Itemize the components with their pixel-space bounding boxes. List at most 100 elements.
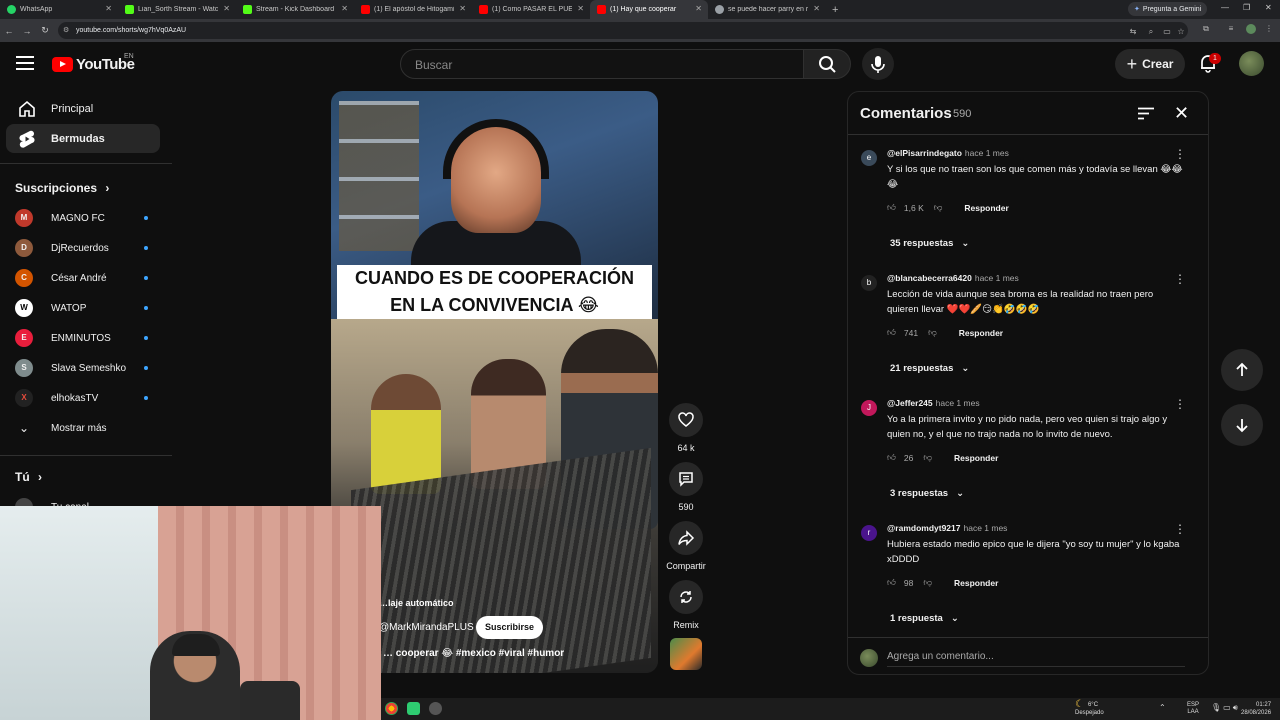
previous-short-button[interactable] bbox=[1221, 349, 1263, 391]
browser-tab[interactable]: se puede hacer parry en re4 re✕ bbox=[708, 0, 826, 19]
search-input[interactable]: Buscar bbox=[400, 49, 804, 79]
close-window-icon[interactable]: ✕ bbox=[1265, 3, 1272, 12]
like-button[interactable] bbox=[669, 403, 703, 437]
reading-list-icon[interactable]: ≡ bbox=[1226, 24, 1236, 34]
new-tab-icon[interactable]: + bbox=[832, 4, 838, 16]
thumbs-up-icon[interactable]: 👍︎ bbox=[887, 577, 896, 588]
weather-widget[interactable]: ☾ 6°C Despejado bbox=[1075, 700, 1104, 717]
reload-icon[interactable]: ↻ bbox=[36, 25, 54, 36]
tray-chevron-icon[interactable]: ⌃ bbox=[1159, 703, 1166, 712]
voice-search-button[interactable] bbox=[862, 48, 894, 80]
subscription-item[interactable]: W WATOP bbox=[15, 298, 150, 318]
comment-author[interactable]: @ramdomdyt9217 bbox=[887, 523, 960, 533]
close-tab-icon[interactable]: ✕ bbox=[105, 4, 112, 13]
browser-tab[interactable]: Stream - Kick Dashboard ✕ bbox=[236, 0, 354, 19]
youtube-logo[interactable]: YouTube bbox=[52, 56, 135, 73]
bookmark-star-icon[interactable]: ☆ bbox=[1176, 27, 1186, 37]
reply-button[interactable]: Responder bbox=[954, 578, 998, 588]
subscription-item[interactable]: E ENMINUTOS bbox=[15, 328, 150, 348]
channel-handle[interactable]: @MarkMirandaPLUS bbox=[379, 622, 474, 633]
video-title[interactable]: … cooperar 😂 #mexico #viral #humor bbox=[383, 648, 564, 659]
reply-button[interactable]: Responder bbox=[959, 328, 1003, 338]
minimize-icon[interactable]: — bbox=[1221, 3, 1229, 12]
browser-tab[interactable]: Lian_Sorth Stream - Watch Live✕ bbox=[118, 0, 236, 19]
view-replies-button[interactable]: 1 respuesta ⌄ bbox=[890, 613, 959, 624]
thumbs-up-icon[interactable]: 👍︎ bbox=[887, 327, 896, 338]
close-tab-icon[interactable]: ✕ bbox=[341, 4, 348, 13]
subscription-item[interactable]: S Slava Semeshko bbox=[15, 358, 150, 378]
thumbs-down-icon[interactable]: 👎︎ bbox=[934, 202, 943, 213]
close-icon[interactable]: ✕ bbox=[1174, 104, 1189, 122]
subscriptions-heading[interactable]: Suscripciones › bbox=[15, 181, 109, 195]
system-tray-icons[interactable]: 🎙︎▭🔊︎ bbox=[1211, 703, 1240, 713]
sound-thumbnail[interactable] bbox=[670, 638, 702, 670]
close-tab-icon[interactable]: ✕ bbox=[813, 4, 820, 13]
chrome-icon[interactable] bbox=[385, 702, 398, 715]
thumbs-down-icon[interactable]: 👎︎ bbox=[923, 452, 932, 463]
sort-icon[interactable] bbox=[1138, 107, 1154, 120]
commenter-avatar[interactable]: e bbox=[861, 150, 877, 166]
cast-icon[interactable]: ▭ bbox=[1162, 27, 1172, 37]
sidebar-item-home[interactable]: Principal bbox=[6, 94, 160, 123]
subscription-item[interactable]: D DjRecuerdos bbox=[15, 238, 150, 258]
obs-icon[interactable] bbox=[429, 702, 442, 715]
more-options-icon[interactable]: ⋮ bbox=[1174, 273, 1186, 285]
commenter-avatar[interactable]: r bbox=[861, 525, 877, 541]
share-button[interactable] bbox=[669, 521, 703, 555]
sidebar-item-shorts[interactable]: Bermudas bbox=[6, 124, 160, 153]
subscription-item[interactable]: M MAGNO FC bbox=[15, 208, 150, 228]
browser-tab-active[interactable]: (1) Hay que cooperar ✕ bbox=[590, 0, 708, 19]
view-replies-button[interactable]: 3 respuestas ⌄ bbox=[890, 488, 964, 499]
app-icon[interactable] bbox=[407, 702, 420, 715]
browser-tab[interactable]: WhatsApp ✕ bbox=[0, 0, 118, 19]
browser-menu-icon[interactable]: ⋮ bbox=[1264, 24, 1274, 34]
thumbs-up-icon[interactable]: 👍︎ bbox=[887, 202, 896, 213]
subscription-item[interactable]: C César André bbox=[15, 268, 150, 288]
thumbs-up-icon[interactable]: 👍︎ bbox=[887, 452, 896, 463]
more-options-icon[interactable]: ⋮ bbox=[1174, 398, 1186, 410]
create-button[interactable]: + Crear bbox=[1115, 49, 1185, 79]
show-more-button[interactable]: ⌄ Mostrar más bbox=[15, 418, 150, 438]
thumbs-down-icon[interactable]: 👎︎ bbox=[923, 577, 932, 588]
back-icon[interactable]: ← bbox=[0, 26, 18, 36]
more-options-icon[interactable]: ⋮ bbox=[1174, 148, 1186, 160]
comment-author[interactable]: @elPisarrindegato bbox=[887, 148, 962, 158]
more-options-icon[interactable]: ⋮ bbox=[1174, 523, 1186, 535]
zoom-icon[interactable]: ⌕ bbox=[1146, 27, 1156, 37]
search-button[interactable] bbox=[803, 49, 851, 79]
browser-tab[interactable]: (1) El apóstol de Hitogami ✕ bbox=[354, 0, 472, 19]
url-field[interactable]: ⚙ youtube.com/shorts/wg7hVq0AzAU ⇆ ⌕ ▭ ☆ bbox=[58, 22, 1188, 39]
language-indicator[interactable]: ESP LAA bbox=[1187, 702, 1199, 716]
close-tab-icon[interactable]: ✕ bbox=[695, 4, 702, 13]
remix-button[interactable] bbox=[669, 580, 703, 614]
view-replies-button[interactable]: 35 respuestas ⌄ bbox=[890, 238, 969, 249]
clock[interactable]: 01:27 28/08/2026 bbox=[1241, 701, 1271, 717]
browser-tab[interactable]: (1) Como PASAR EL PUEBLO de✕ bbox=[472, 0, 590, 19]
reply-button[interactable]: Responder bbox=[964, 203, 1008, 213]
comment-author[interactable]: @Jeffer245 bbox=[887, 398, 933, 408]
you-heading[interactable]: Tú › bbox=[15, 470, 42, 484]
subscribe-button[interactable]: Suscribirse bbox=[476, 616, 544, 639]
account-avatar[interactable] bbox=[1239, 51, 1264, 76]
next-short-button[interactable] bbox=[1221, 404, 1263, 446]
close-tab-icon[interactable]: ✕ bbox=[577, 4, 584, 13]
view-replies-button[interactable]: 21 respuestas ⌄ bbox=[890, 363, 969, 374]
extensions-icon[interactable]: ⧉ bbox=[1201, 24, 1211, 34]
reply-button[interactable]: Responder bbox=[954, 453, 998, 463]
thumbs-down-icon[interactable]: 👎︎ bbox=[928, 327, 937, 338]
close-tab-icon[interactable]: ✕ bbox=[223, 4, 230, 13]
comment-input[interactable]: Agrega un comentario... bbox=[887, 651, 1185, 667]
subscription-item[interactable]: XelhokasTV bbox=[15, 388, 150, 408]
site-info-icon[interactable]: ⚙ bbox=[63, 26, 69, 34]
restore-icon[interactable]: ❐ bbox=[1243, 3, 1250, 12]
profile-icon[interactable] bbox=[1246, 24, 1256, 34]
gemini-button[interactable]: ✦ Pregunta a Gemini bbox=[1128, 2, 1208, 16]
close-tab-icon[interactable]: ✕ bbox=[459, 4, 466, 13]
comment-author[interactable]: @blancabecerra6420 bbox=[887, 273, 972, 283]
commenter-avatar[interactable]: b bbox=[861, 275, 877, 291]
hamburger-menu-icon[interactable] bbox=[16, 56, 34, 70]
comments-button[interactable] bbox=[669, 462, 703, 496]
commenter-avatar[interactable]: J bbox=[861, 400, 877, 416]
translate-icon[interactable]: ⇆ bbox=[1128, 27, 1138, 37]
forward-icon[interactable]: → bbox=[18, 26, 36, 36]
